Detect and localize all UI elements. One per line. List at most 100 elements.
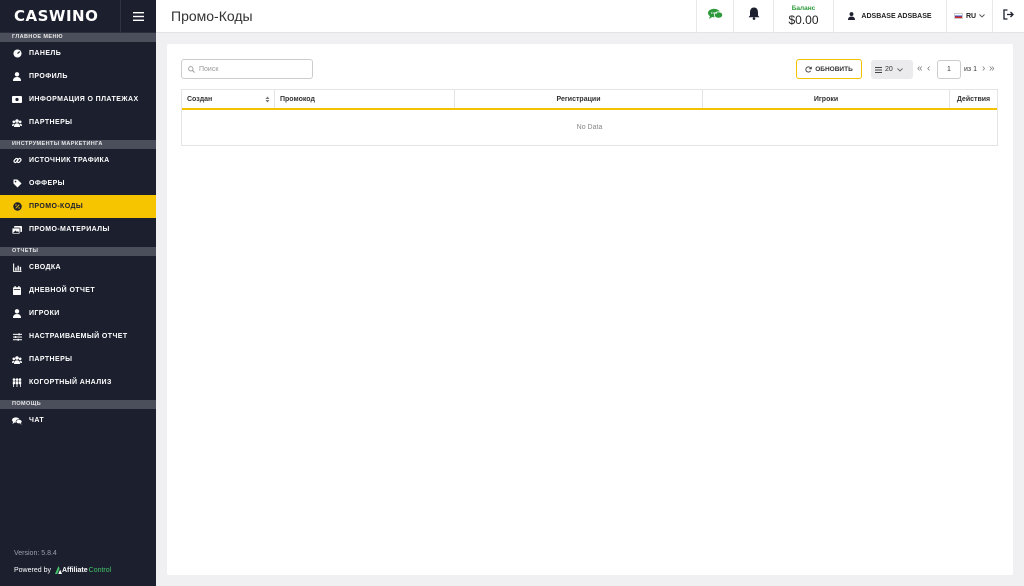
- help-menu: ЧАТ: [0, 409, 156, 432]
- sidebar-item-label: ПРОМО-КОДЫ: [29, 203, 84, 210]
- column-label: Промокод: [280, 95, 315, 103]
- page-size-select[interactable]: 20: [871, 60, 913, 79]
- top-bar: Промо-Коды Баланс $0.00 ADSBASE ADSBASE …: [156, 0, 1024, 33]
- sidebar-item-label: ИСТОЧНИК ТРАФИКА: [29, 157, 110, 164]
- calendar-icon: [12, 286, 22, 296]
- list-icon: [875, 66, 882, 73]
- sidebar-item-payments[interactable]: ИНФОРМАЦИЯ О ПЛАТЕЖАХ: [0, 88, 156, 111]
- chevron-down-icon: [896, 67, 903, 72]
- sliders-icon: [12, 332, 22, 342]
- link-icon: [12, 156, 22, 166]
- balance-value: $0.00: [788, 13, 819, 28]
- sidebar-item-label: ПРОМО-МАТЕРИАЛЫ: [29, 226, 110, 233]
- column-label: Регистрации: [556, 95, 601, 103]
- comments-icon: [12, 416, 22, 426]
- sort-icon: [265, 96, 270, 102]
- sidebar-item-offers[interactable]: ОФФЕРЫ: [0, 172, 156, 195]
- affiliate-control-icon: [54, 566, 62, 574]
- powered-by-label: Powered by: [14, 566, 51, 574]
- logout-button[interactable]: [992, 0, 1024, 33]
- current-page-input[interactable]: [937, 60, 961, 79]
- affiliate-brand: Affiliate: [61, 566, 88, 574]
- language-selector[interactable]: RU: [946, 0, 992, 33]
- user-icon: [12, 309, 22, 319]
- version-label: Version: 5.8.4: [14, 550, 57, 557]
- menu-toggle-icon[interactable]: [120, 0, 156, 33]
- empty-state: No Data: [576, 124, 603, 131]
- page-size-value: 20: [885, 66, 893, 73]
- column-created[interactable]: Создан: [182, 90, 275, 108]
- search-box[interactable]: [181, 59, 313, 79]
- dashboard-icon: [12, 49, 22, 59]
- sidebar-item-label: ПАРТНЕРЫ: [29, 356, 73, 363]
- sidebar-item-players[interactable]: ИГРОКИ: [0, 302, 156, 325]
- next-page-icon[interactable]: ›: [982, 64, 985, 74]
- user-name: ADSBASE ADSBASE: [861, 12, 932, 20]
- affiliate-brand-suffix: Control: [88, 566, 112, 574]
- section-main-menu: ГЛАВНОЕ МЕНЮ: [0, 33, 156, 42]
- brand-logo[interactable]: CASWINO: [14, 7, 98, 25]
- russia-flag-icon: [953, 13, 963, 19]
- sidebar-item-profile[interactable]: ПРОФИЛЬ: [0, 65, 156, 88]
- notifications-button[interactable]: [733, 0, 773, 33]
- group-icon: [12, 378, 22, 388]
- chart-icon: [12, 263, 22, 273]
- balance-label: Баланс: [791, 4, 816, 12]
- column-promo-code: Промокод: [275, 90, 455, 108]
- refresh-label: ОБНОВИТЬ: [815, 65, 853, 73]
- promo-codes-panel: ОБНОВИТЬ 20 « ‹ из 1 › » Создан Промокод…: [167, 44, 1013, 575]
- user-menu[interactable]: ADSBASE ADSBASE: [833, 0, 946, 33]
- reports-menu: СВОДКА ДНЕВНОЙ ОТЧЕТ ИГРОКИ НАСТРАИВАЕМЫ…: [0, 256, 156, 394]
- main-menu: ПАНЕЛЬ ПРОФИЛЬ ИНФОРМАЦИЯ О ПЛАТЕЖАХ ПАР…: [0, 42, 156, 134]
- column-label: Действия: [956, 95, 991, 103]
- chat-icon: [707, 7, 723, 25]
- sidebar-item-label: ЧАТ: [29, 417, 45, 424]
- chat-button[interactable]: [696, 0, 733, 33]
- balance-widget: Баланс $0.00: [773, 0, 833, 33]
- sidebar-item-label: ИНФОРМАЦИЯ О ПЛАТЕЖАХ: [29, 96, 139, 103]
- sidebar-item-label: ПАРТНЕРЫ: [29, 119, 73, 126]
- images-icon: [12, 225, 22, 235]
- column-label: Игроки: [813, 95, 839, 103]
- refresh-icon: [805, 65, 812, 72]
- sidebar-item-custom-report[interactable]: НАСТРАИВАЕМЫЙ ОТЧЕТ: [0, 325, 156, 348]
- sidebar-item-dashboard[interactable]: ПАНЕЛЬ: [0, 42, 156, 65]
- search-icon: [188, 65, 195, 73]
- users-icon: [12, 355, 22, 365]
- tag-icon: [12, 179, 22, 189]
- refresh-button[interactable]: ОБНОВИТЬ: [796, 59, 862, 79]
- chevron-down-icon: [979, 14, 985, 18]
- total-pages-label: из 1: [964, 66, 977, 73]
- table-header: Создан Промокод Регистрации Игроки Дейст…: [182, 90, 997, 110]
- sidebar-item-report-partners[interactable]: ПАРТНЕРЫ: [0, 348, 156, 371]
- sidebar-item-daily-report[interactable]: ДНЕВНОЙ ОТЧЕТ: [0, 279, 156, 302]
- affiliate-control-logo[interactable]: Affiliate Control: [54, 566, 112, 574]
- sidebar-item-label: НАСТРАИВАЕМЫЙ ОТЧЕТ: [29, 333, 128, 340]
- sidebar-item-label: ОФФЕРЫ: [29, 180, 65, 187]
- logout-icon: [1003, 7, 1014, 25]
- money-icon: [12, 95, 22, 105]
- sidebar-item-chat[interactable]: ЧАТ: [0, 409, 156, 432]
- column-actions: Действия: [950, 90, 997, 108]
- prev-page-icon[interactable]: ‹: [927, 64, 930, 74]
- promo-codes-table: Создан Промокод Регистрации Игроки Дейст…: [181, 89, 998, 146]
- sidebar-item-label: ПАНЕЛЬ: [29, 50, 62, 57]
- sidebar-item-label: КОГОРТНЫЙ АНАЛИЗ: [29, 379, 112, 386]
- user-icon: [848, 12, 856, 20]
- sidebar-item-cohort-analysis[interactable]: КОГОРТНЫЙ АНАЛИЗ: [0, 371, 156, 394]
- last-page-icon[interactable]: »: [989, 64, 995, 74]
- language-code: RU: [965, 12, 977, 20]
- sidebar-item-label: ИГРОКИ: [29, 310, 60, 317]
- column-label: Создан: [187, 95, 213, 103]
- sidebar-item-promo-materials[interactable]: ПРОМО-МАТЕРИАЛЫ: [0, 218, 156, 241]
- sidebar-item-label: ПРОФИЛЬ: [29, 73, 68, 80]
- bell-icon: [748, 7, 760, 25]
- first-page-icon[interactable]: «: [917, 64, 923, 74]
- page-title: Промо-Коды: [171, 8, 253, 24]
- sidebar-item-partners[interactable]: ПАРТНЕРЫ: [0, 111, 156, 134]
- sidebar-item-traffic-source[interactable]: ИСТОЧНИК ТРАФИКА: [0, 149, 156, 172]
- sidebar-item-summary[interactable]: СВОДКА: [0, 256, 156, 279]
- marketing-menu: ИСТОЧНИК ТРАФИКА ОФФЕРЫ ПРОМО-КОДЫ ПРОМО…: [0, 149, 156, 241]
- search-input[interactable]: [199, 65, 299, 73]
- sidebar-item-promo-codes[interactable]: ПРОМО-КОДЫ: [0, 195, 156, 218]
